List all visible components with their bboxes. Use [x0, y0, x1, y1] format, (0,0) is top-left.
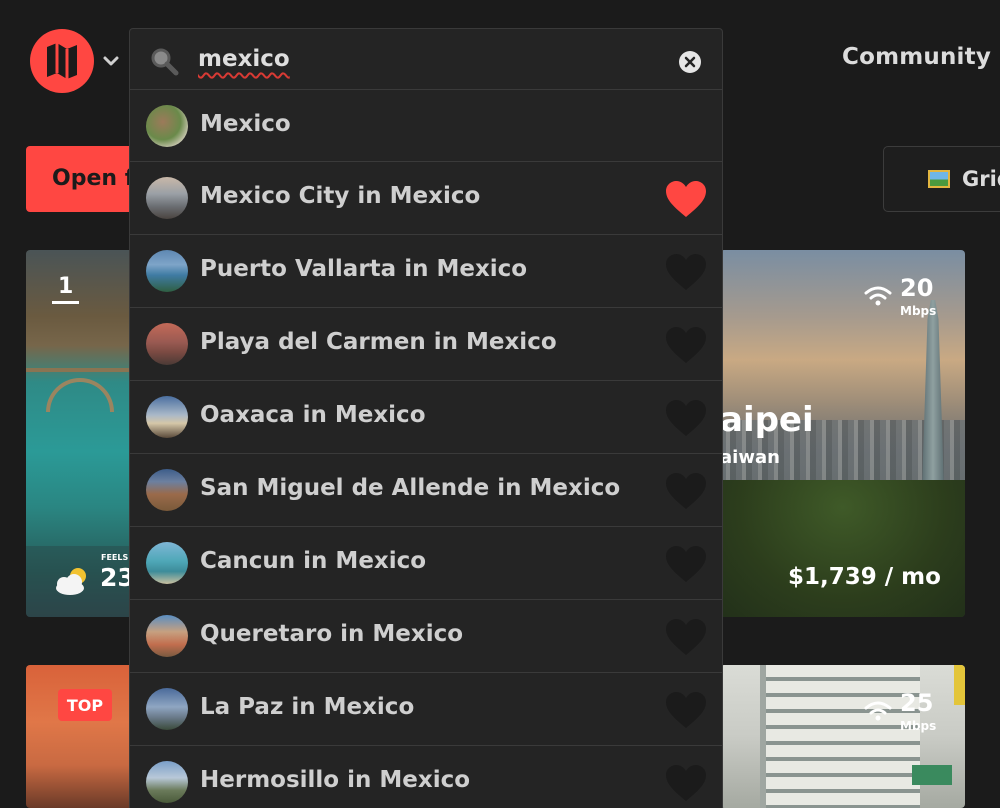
grid-view-button[interactable]: Grid	[883, 146, 1000, 212]
search-dropdown: mexico Mexico Mexico City in Mexico Puer…	[129, 28, 723, 808]
picture-icon	[928, 170, 950, 188]
nomad-logo[interactable]	[30, 29, 94, 93]
search-result-item[interactable]: Oaxaca in Mexico	[130, 381, 722, 454]
wifi-speed-value: 20	[900, 274, 934, 302]
search-result-label: Puerto Vallarta in Mexico	[200, 256, 528, 282]
search-result-item[interactable]: Playa del Carmen in Mexico	[130, 308, 722, 381]
city-thumbnail	[146, 761, 188, 803]
city-card[interactable]: aipei aiwan 20 Mbps $1,739 / mo	[720, 250, 965, 617]
search-result-item[interactable]: San Miguel de Allende in Mexico	[130, 454, 722, 527]
search-result-item[interactable]: La Paz in Mexico	[130, 673, 722, 746]
chevron-down-icon[interactable]	[102, 52, 120, 70]
city-card[interactable]: 25 Mbps	[720, 665, 965, 808]
heart-icon[interactable]	[664, 690, 708, 730]
wifi-speed: 20 Mbps	[864, 274, 936, 318]
grid-button-label: Grid	[962, 167, 1000, 191]
heart-icon[interactable]	[664, 617, 708, 657]
city-thumbnail	[146, 469, 188, 511]
search-result-label: Playa del Carmen in Mexico	[200, 329, 557, 355]
search-result-item[interactable]: Mexico City in Mexico	[130, 162, 722, 235]
search-result-label: Oaxaca in Mexico	[200, 402, 426, 428]
wifi-speed-value: 25	[900, 689, 934, 717]
yellow-sign-shape	[954, 665, 965, 705]
search-bar[interactable]: mexico	[130, 29, 722, 90]
wifi-icon	[864, 286, 892, 306]
logo-icon	[47, 43, 77, 79]
sign-shape	[912, 765, 952, 785]
nav-community[interactable]: Community	[842, 44, 991, 70]
city-name: aipei	[720, 400, 814, 440]
search-result-item[interactable]: Mexico	[130, 90, 722, 162]
heart-icon[interactable]	[664, 398, 708, 438]
wifi-speed-unit: Mbps	[900, 304, 937, 318]
monthly-price: $1,739 / mo	[788, 564, 941, 590]
city-thumbnail	[146, 688, 188, 730]
search-result-item[interactable]: Cancun in Mexico	[130, 527, 722, 600]
search-result-label: Queretaro in Mexico	[200, 621, 464, 647]
search-result-label: Mexico	[200, 111, 291, 137]
city-thumbnail	[146, 105, 188, 147]
heart-icon[interactable]	[664, 471, 708, 511]
hill-shape	[720, 480, 965, 617]
search-icon	[151, 48, 179, 76]
search-results-list: Mexico Mexico City in Mexico Puerto Vall…	[130, 90, 722, 808]
search-input[interactable]: mexico	[198, 46, 290, 72]
search-result-label: La Paz in Mexico	[200, 694, 415, 720]
search-result-label: Hermosillo in Mexico	[200, 767, 471, 793]
partly-cloudy-icon	[56, 568, 86, 595]
card-photo	[760, 665, 920, 808]
city-thumbnail	[146, 396, 188, 438]
clear-search-icon[interactable]	[678, 50, 702, 74]
search-result-label: San Miguel de Allende in Mexico	[200, 475, 621, 501]
tower-shape	[922, 300, 944, 490]
search-result-item[interactable]: Queretaro in Mexico	[130, 600, 722, 673]
wifi-icon	[864, 701, 892, 721]
city-thumbnail	[146, 615, 188, 657]
city-thumbnail	[146, 177, 188, 219]
top-badge: TOP	[58, 689, 112, 721]
wifi-speed-unit: Mbps	[900, 719, 937, 733]
search-result-item[interactable]: Hermosillo in Mexico	[130, 746, 722, 808]
heart-icon[interactable]	[664, 252, 708, 292]
wifi-speed: 25 Mbps	[864, 689, 936, 733]
heart-icon[interactable]	[664, 544, 708, 584]
heart-icon[interactable]	[664, 763, 708, 803]
search-result-label: Cancun in Mexico	[200, 548, 427, 574]
rank-number: 1	[52, 274, 80, 304]
city-thumbnail	[146, 323, 188, 365]
heart-icon[interactable]	[664, 325, 708, 365]
city-thumbnail	[146, 542, 188, 584]
city-thumbnail	[146, 250, 188, 292]
search-result-item[interactable]: Puerto Vallarta in Mexico	[130, 235, 722, 308]
country-name: aiwan	[720, 447, 780, 468]
heart-icon[interactable]	[664, 179, 708, 219]
feels-like-label: FEELS	[101, 553, 129, 562]
search-result-label: Mexico City in Mexico	[200, 183, 481, 209]
